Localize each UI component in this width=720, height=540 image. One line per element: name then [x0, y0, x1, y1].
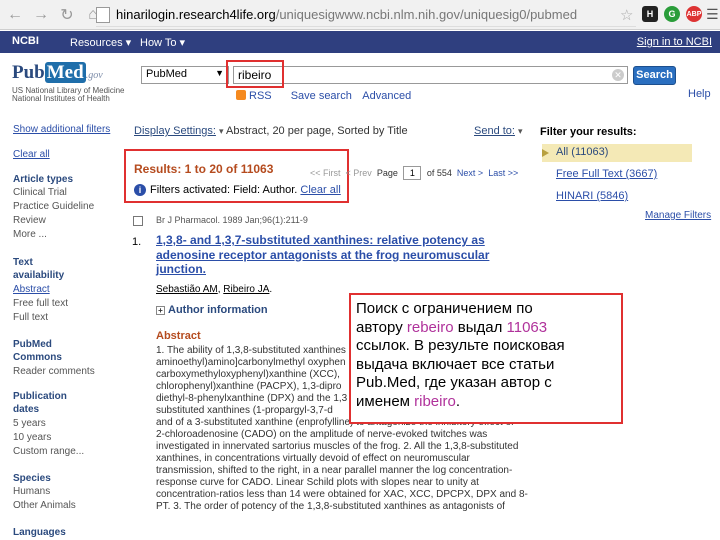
browser-toolbar: ← → ↻ ⌂ hinarilogin.research4life.org/un… [0, 0, 720, 30]
howto-menu[interactable]: How To ▾ [140, 36, 185, 49]
manage-filters-link[interactable]: Manage Filters [645, 210, 711, 221]
expand-icon: + [156, 306, 165, 315]
abstract-heading: Abstract [156, 330, 201, 342]
chevron-down-icon: ▾ [219, 126, 224, 136]
pager-last[interactable]: Last >> [488, 168, 518, 178]
reload-icon[interactable]: ↻ [56, 4, 78, 26]
page-icon [96, 6, 110, 23]
citation-authors: Sebastião AM, Ribeiro JA. [156, 284, 273, 295]
annotation-callout: Поиск с ограничением по автору rebeiro в… [349, 293, 623, 424]
author-link[interactable]: Ribeiro JA [223, 284, 269, 295]
extension-g-icon[interactable]: G [664, 6, 680, 22]
search-sub-links: RSS Save search Advanced [236, 90, 419, 102]
adblock-icon[interactable]: ABP [686, 6, 702, 22]
citation-source: Br J Pharmacol. 1989 Jan;96(1):211-9 [156, 215, 308, 225]
sidebar-item[interactable]: More ... [13, 229, 47, 240]
commons-heading-2: Commons [13, 352, 62, 363]
filters-activated: i Filters activated: Field: Author. Clear… [134, 184, 341, 196]
article-types-heading: Article types [13, 174, 74, 185]
back-icon[interactable]: ← [4, 4, 26, 26]
chevron-down-icon: ▼ [215, 68, 224, 78]
pubdates-heading: Publication [13, 391, 67, 402]
sidebar-item[interactable]: Reader comments [13, 366, 95, 377]
clear-search-icon[interactable]: ✕ [612, 69, 624, 81]
advanced-link[interactable]: Advanced [362, 90, 411, 102]
forward-icon[interactable]: → [30, 4, 52, 26]
results-count: Results: 1 to 20 of 11063 [134, 162, 274, 176]
sidebar-item[interactable]: Clinical Trial [13, 187, 67, 198]
sidebar-item[interactable]: Abstract [13, 284, 50, 295]
filter-title: Filter your results: [540, 126, 637, 138]
citation-title-link[interactable]: 1,3,8- and 1,3,7-substituted xanthines: … [156, 233, 516, 277]
rss-icon [236, 90, 246, 100]
filter-panel: Filter your results: All (11063) Free Fu… [540, 126, 715, 202]
sidebar-item[interactable]: 10 years [13, 432, 51, 443]
extension-h-icon[interactable]: H [642, 6, 658, 22]
sidebar-item[interactable]: Other Animals [13, 500, 76, 511]
filter-free-full-text[interactable]: Free Full Text (3667) [556, 168, 657, 180]
display-settings[interactable]: Display Settings: ▾ Abstract, 20 per pag… [134, 125, 408, 137]
filter-hinari[interactable]: HINARI (5846) [556, 190, 628, 202]
citation-number: 1. [132, 236, 142, 248]
chevron-down-icon: ▾ [518, 126, 523, 136]
nih-label: National Institutes of Health [12, 94, 110, 103]
page-number-input[interactable]: 1 [403, 166, 422, 180]
languages-heading: Languages [13, 527, 66, 538]
browser-menu-icon[interactable]: ☰ [706, 6, 719, 23]
sidebar-item[interactable]: Free full text [13, 298, 68, 309]
pubmed-logo[interactable]: Pub Med .gov [12, 62, 103, 84]
save-search-link[interactable]: Save search [291, 90, 352, 102]
clear-filters-link[interactable]: Clear all [300, 184, 340, 196]
rss-link[interactable]: RSS [236, 90, 280, 102]
text-avail-heading-2: availability [13, 270, 65, 281]
send-to-menu[interactable]: Send to: [474, 125, 515, 137]
pager-next[interactable]: Next > [457, 168, 483, 178]
sidebar-item[interactable]: Practice Guideline [13, 201, 94, 212]
url-path: /uniquesigwww.ncbi.nlm.nih.gov/uniquesig… [275, 7, 578, 22]
help-link[interactable]: Help [688, 88, 711, 100]
bookmark-star-icon[interactable]: ☆ [620, 6, 633, 24]
database-select[interactable]: PubMed ▼ [141, 66, 229, 84]
sidebar-item[interactable]: Full text [13, 312, 48, 323]
pager-prev[interactable]: < Prev [346, 168, 372, 178]
text-avail-heading: Text [13, 257, 33, 268]
filter-all[interactable]: All (11063) [542, 144, 692, 162]
sidebar-item[interactable]: Humans [13, 486, 50, 497]
sidebar-item[interactable]: Review [13, 215, 46, 226]
author-link[interactable]: Sebastião AM [156, 284, 218, 295]
signin-link[interactable]: Sign in to NCBI [637, 36, 712, 48]
species-heading: Species [13, 473, 51, 484]
info-icon: i [134, 184, 146, 196]
url-host: hinarilogin.research4life.org [116, 7, 276, 22]
ncbi-header: NCBI Resources ▾ How To ▾ Sign in to NCB… [0, 31, 720, 53]
sidebar-item[interactable]: 5 years [13, 418, 46, 429]
search-button[interactable]: Search [633, 66, 676, 85]
show-filters-link[interactable]: Show additional filters [13, 124, 110, 135]
sidebar-clear-all[interactable]: Clear all [13, 149, 50, 160]
address-bar[interactable]: hinarilogin.research4life.org/uniquesigw… [96, 3, 636, 27]
resources-menu[interactable]: Resources ▾ [70, 36, 131, 49]
citation-checkbox[interactable] [133, 216, 143, 226]
author-info-toggle[interactable]: + Author information [156, 304, 268, 316]
pubdates-heading-2: dates [13, 404, 40, 415]
ncbi-logo[interactable]: NCBI [12, 35, 39, 47]
sidebar-item[interactable]: Custom range... [13, 446, 84, 457]
pager: << First < Prev Page 1 of 554 Next > Las… [310, 166, 519, 180]
pager-first[interactable]: << First [310, 168, 341, 178]
search-input[interactable]: ribeiro [233, 66, 628, 84]
commons-heading: PubMed [13, 339, 52, 350]
